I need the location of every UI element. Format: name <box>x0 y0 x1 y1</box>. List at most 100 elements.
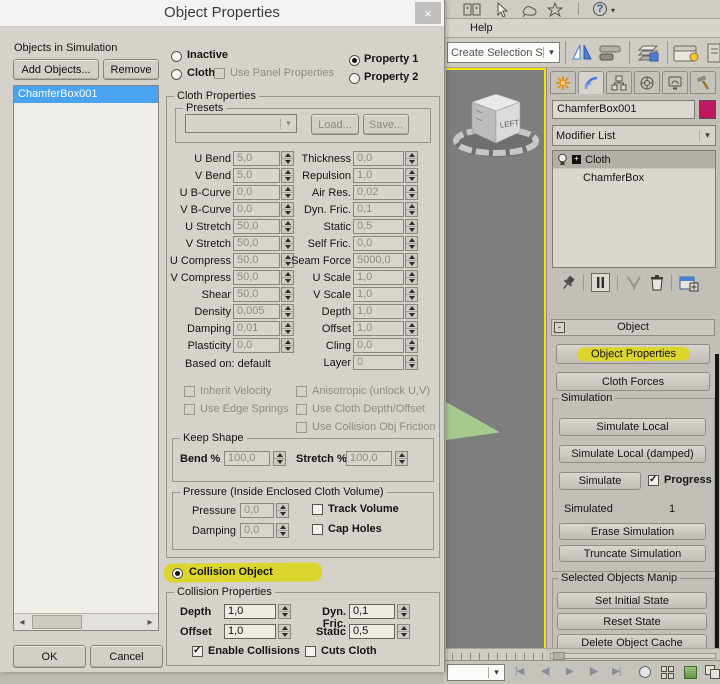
load-button[interactable]: Load... <box>311 114 359 135</box>
save-button[interactable]: Save... <box>363 114 409 135</box>
spinner[interactable] <box>405 270 418 285</box>
zoom-extents-icon[interactable] <box>661 666 674 679</box>
stack-row-chamferbox[interactable]: ChamferBox <box>553 168 715 186</box>
param-field[interactable]: 1,0 <box>353 321 404 336</box>
use-panel-properties-checkbox[interactable] <box>214 68 225 79</box>
erase-simulation-button[interactable]: Erase Simulation <box>559 523 706 540</box>
bend-pct-field[interactable]: 100,0 <box>224 451 270 466</box>
select-object-icon[interactable] <box>495 2 511 17</box>
object-name-field[interactable]: ChamferBox001 <box>552 100 695 119</box>
layer-manager-icon[interactable] <box>637 42 661 63</box>
object-properties-button[interactable]: Object Properties <box>556 344 710 364</box>
pressure-damping-field[interactable]: 0,0 <box>240 523 274 538</box>
clipped-toolbar-icon[interactable] <box>707 42 720 64</box>
expand-icon[interactable]: + <box>572 155 581 164</box>
spinner[interactable] <box>405 185 418 200</box>
simulate-button[interactable]: Simulate <box>559 472 641 490</box>
param-field[interactable]: 1,0 <box>353 168 404 183</box>
spinner[interactable] <box>278 604 291 619</box>
spinner[interactable] <box>405 236 418 251</box>
param-field[interactable]: 0,5 <box>353 219 404 234</box>
panel-scrollbar[interactable] <box>715 354 719 654</box>
render-setup-icon[interactable] <box>673 42 701 64</box>
add-objects-button[interactable]: Add Objects... <box>13 59 99 80</box>
param-field[interactable]: 0,02 <box>353 185 404 200</box>
param-field[interactable]: 0,0 <box>233 185 280 200</box>
spinner[interactable] <box>405 304 418 319</box>
progress-checkbox[interactable] <box>648 475 659 486</box>
reset-state-button[interactable]: Reset State <box>557 613 707 630</box>
scroll-thumb[interactable] <box>32 615 82 629</box>
list-item-selected[interactable]: ChamferBox001 <box>14 86 158 103</box>
presets-dropdown[interactable]: ▾ <box>185 114 297 133</box>
viewcube[interactable]: LEFT <box>448 86 544 166</box>
collision-object-radio[interactable] <box>172 568 183 579</box>
tab-display[interactable] <box>662 71 688 94</box>
param-field[interactable]: 0,1 <box>353 202 404 217</box>
spinner[interactable] <box>397 604 410 619</box>
pin-stack-icon[interactable] <box>559 275 577 292</box>
param-field[interactable]: 0,0 <box>353 236 404 251</box>
shapes-star-icon[interactable] <box>547 2 563 17</box>
param-field[interactable]: 1,0 <box>353 270 404 285</box>
tab-utilities[interactable] <box>690 71 716 94</box>
spinner[interactable] <box>273 451 286 466</box>
align-icon[interactable] <box>599 44 623 62</box>
previous-frame-button[interactable]: ◀| <box>541 666 549 677</box>
inactive-radio[interactable] <box>171 51 182 62</box>
spinner[interactable] <box>278 624 291 639</box>
scroll-left-icon[interactable]: ◂ <box>14 617 30 628</box>
next-frame-button[interactable]: |▶ <box>589 666 597 677</box>
param-field[interactable]: 5000,0 <box>353 253 404 268</box>
help-dropdown-arrow-icon[interactable]: ▾ <box>611 6 615 15</box>
scroll-right-icon[interactable]: ▸ <box>142 617 158 628</box>
param-field[interactable]: 1,0 <box>353 304 404 319</box>
spinner[interactable] <box>405 338 418 353</box>
spinner[interactable] <box>405 355 418 370</box>
track-volume-checkbox[interactable] <box>312 504 323 515</box>
param-field[interactable]: 5,0 <box>233 168 280 183</box>
remove-modifier-icon[interactable] <box>649 274 665 292</box>
set-initial-state-button[interactable]: Set Initial State <box>557 592 707 609</box>
combo-arrow-icon[interactable]: ▾ <box>543 47 559 58</box>
key-mode-toggle-icon[interactable] <box>639 666 651 678</box>
collision-dynfric-field[interactable]: 0,1 <box>349 604 395 619</box>
menu-help[interactable]: Help <box>470 22 493 34</box>
simulation-objects-list[interactable]: ChamferBox001 ◂ ▸ <box>13 85 159 631</box>
param-field[interactable]: 5,0 <box>233 151 280 166</box>
lightbulb-icon[interactable] <box>557 153 568 166</box>
param-field[interactable]: 0,0 <box>233 338 280 353</box>
truncate-simulation-button[interactable]: Truncate Simulation <box>559 545 706 562</box>
property1-radio[interactable] <box>349 55 360 66</box>
spinner[interactable] <box>405 168 418 183</box>
cloth-radio[interactable] <box>171 69 182 80</box>
option-checkbox[interactable] <box>184 386 195 397</box>
option-checkbox[interactable] <box>296 386 307 397</box>
close-button[interactable]: × <box>415 2 441 24</box>
cancel-button[interactable]: Cancel <box>90 645 163 668</box>
spinner[interactable] <box>405 287 418 302</box>
simulate-local-damped-button[interactable]: Simulate Local (damped) <box>559 445 706 463</box>
tab-hierarchy[interactable] <box>606 71 632 94</box>
timeline-ruler-fragment[interactable] <box>443 648 546 660</box>
object-color-swatch[interactable] <box>699 100 716 119</box>
time-slider-fragment[interactable] <box>546 648 720 660</box>
collision-depth-field[interactable]: 1,0 <box>224 604 276 619</box>
rollout-object-header[interactable]: - Object <box>551 319 715 336</box>
go-to-start-button[interactable]: |◀ <box>515 666 523 677</box>
spinner[interactable] <box>397 624 410 639</box>
viewport[interactable]: LEFT <box>446 68 546 648</box>
tab-modify[interactable] <box>578 71 604 94</box>
param-field[interactable]: 0,0 <box>233 202 280 217</box>
tab-create[interactable] <box>550 71 576 94</box>
play-button[interactable]: ▶ <box>566 666 573 677</box>
param-field[interactable]: 0,005 <box>233 304 280 319</box>
simulate-local-button[interactable]: Simulate Local <box>559 418 706 436</box>
enable-collisions-checkbox[interactable] <box>192 646 203 657</box>
select-region-icon[interactable] <box>521 3 539 17</box>
collapse-icon[interactable]: - <box>554 322 565 333</box>
param-field[interactable]: 50,0 <box>233 270 280 285</box>
cloth-forces-button[interactable]: Cloth Forces <box>556 372 710 391</box>
named-selection-set-combo[interactable]: Create Selection Se ▾ <box>447 42 560 63</box>
select-by-name-icon[interactable] <box>463 3 481 17</box>
